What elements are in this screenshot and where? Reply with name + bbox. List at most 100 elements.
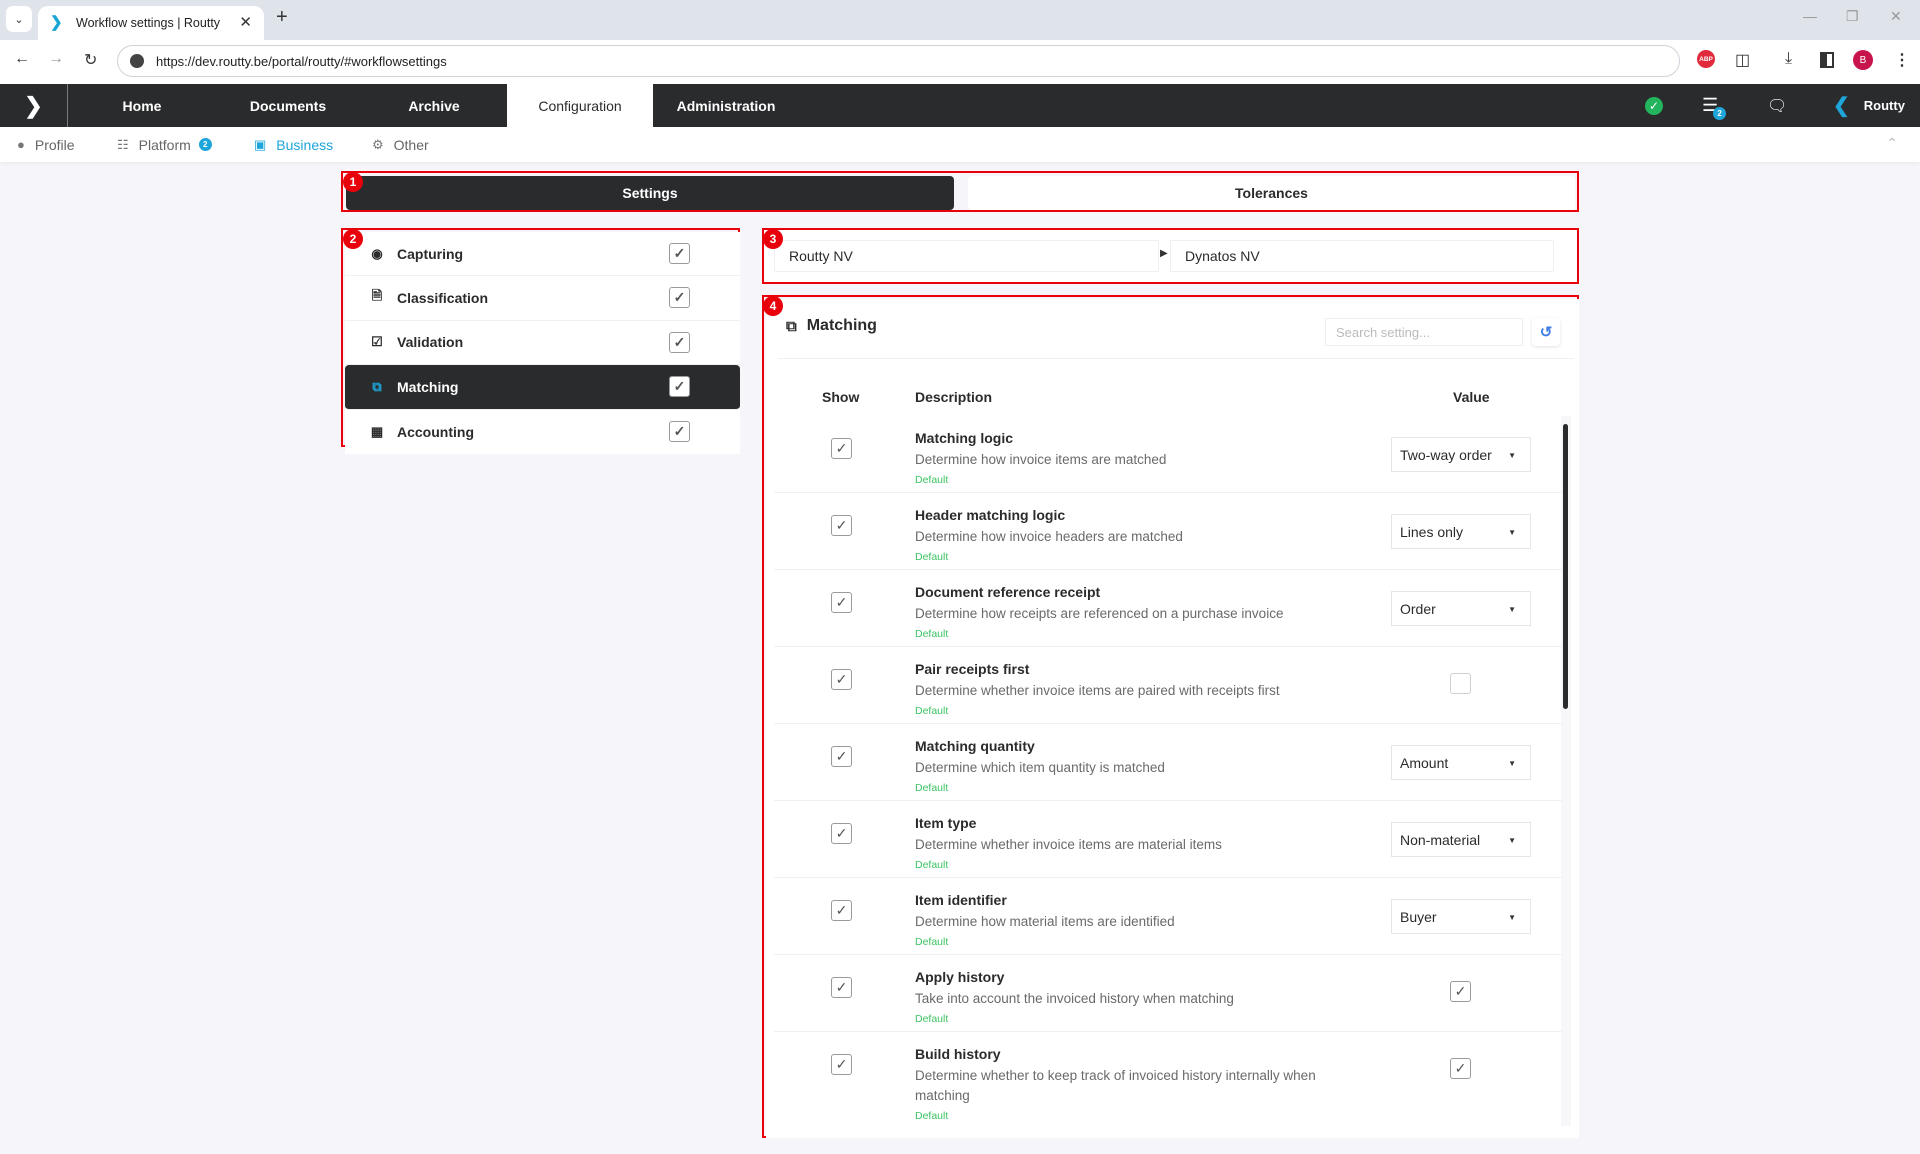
subnav-business[interactable]: ▣ Business	[254, 127, 333, 162]
setting-value-checkbox[interactable]: ✓	[1450, 1058, 1471, 1079]
nav-configuration[interactable]: Configuration	[507, 84, 653, 127]
search-setting-input[interactable]: Search setting...	[1325, 318, 1523, 346]
new-tab-button[interactable]: +	[276, 6, 288, 29]
show-checkbox[interactable]: ✓	[831, 1054, 852, 1075]
setting-value-select[interactable]: Buyer ▼	[1391, 899, 1531, 934]
download-icon[interactable]: ⤓	[1785, 50, 1792, 68]
column-header-show: Show	[822, 389, 860, 405]
setting-value-select[interactable]: Lines only ▼	[1391, 514, 1531, 549]
tab-settings[interactable]: Settings	[346, 176, 954, 210]
setting-value-checkbox[interactable]: ✓	[1450, 981, 1471, 1002]
select-value: Buyer	[1400, 908, 1437, 925]
section-capturing[interactable]: ◉ Capturing ✓	[345, 232, 740, 277]
breadcrumb-from[interactable]: Routty NV	[774, 240, 1159, 272]
sub-navigation: ● Profile ☷ Platform 2 ▣ Business ⚙ Other ⌃	[0, 127, 1920, 162]
reload-icon[interactable]: ↻	[84, 50, 97, 70]
subnav-profile[interactable]: ● Profile	[17, 127, 75, 162]
annotation-box-1: Settings Tolerances	[341, 171, 1579, 212]
site-info-icon[interactable]	[130, 54, 144, 68]
setting-source: Default	[915, 551, 949, 563]
section-enabled-checkbox[interactable]: ✓	[669, 331, 690, 353]
close-tab-icon[interactable]: ✕	[239, 13, 252, 31]
section-classification[interactable]: 🗎 Classification ✓	[345, 276, 740, 321]
section-enabled-checkbox[interactable]: ✓	[669, 420, 690, 442]
setting-value-select[interactable]: Amount ▼	[1391, 745, 1531, 780]
chat-button[interactable]: 🗨	[1767, 84, 1787, 127]
section-validation[interactable]: ☑ Validation ✓	[345, 321, 740, 366]
profile-initial: B	[1859, 54, 1867, 66]
nav-home[interactable]: Home	[69, 84, 215, 127]
show-checkbox[interactable]: ✓	[831, 746, 852, 767]
setting-name: Pair receipts first	[915, 661, 1030, 677]
nav-archive-label: Archive	[408, 97, 460, 114]
annotation-marker-1: 1	[343, 172, 363, 192]
section-label: Accounting	[397, 423, 474, 440]
close-window-button[interactable]: ✕	[1890, 8, 1902, 25]
setting-value-select[interactable]: Non-material ▼	[1391, 822, 1531, 857]
side-panel-icon[interactable]	[1820, 52, 1834, 68]
breadcrumb-to[interactable]: Dynatos NV	[1170, 240, 1554, 272]
url-bar[interactable]: https://dev.routty.be/portal/routty/#wor…	[117, 45, 1680, 77]
extensions-puzzle-icon[interactable]: ◫	[1735, 50, 1750, 70]
tab-tolerances[interactable]: Tolerances	[968, 176, 1575, 210]
tab-tolerances-label: Tolerances	[1235, 185, 1308, 201]
nav-documents[interactable]: Documents	[215, 84, 361, 127]
tasks-button[interactable]: ☰ 2	[1702, 84, 1727, 127]
section-enabled-checkbox[interactable]: ✓	[669, 243, 690, 264]
tasks-badge: 2	[1713, 107, 1727, 120]
account-menu[interactable]: ❮ Routty	[1833, 84, 1905, 127]
section-matching[interactable]: ⧉ Matching ✓	[345, 365, 740, 410]
breadcrumb-to-label: Dynatos NV	[1185, 248, 1260, 264]
check-circle-icon: ✓	[1645, 96, 1663, 115]
scrollbar-thumb[interactable]	[1563, 424, 1568, 709]
reset-button[interactable]: ↺	[1532, 318, 1560, 346]
setting-value-checkbox[interactable]	[1450, 673, 1471, 694]
setting-row: ✓ Document reference receipt Determine h…	[774, 570, 1562, 647]
status-ok-button[interactable]: ✓	[1645, 84, 1663, 127]
browser-tab-active[interactable]: ❯ Workflow settings | Routty ✕	[38, 6, 264, 40]
show-checkbox[interactable]: ✓	[831, 438, 852, 459]
show-checkbox[interactable]: ✓	[831, 592, 852, 613]
minimize-window-button[interactable]: —	[1803, 8, 1817, 24]
nav-administration-label: Administration	[676, 97, 776, 114]
routty-favicon-icon: ❯	[50, 14, 63, 31]
nav-archive[interactable]: Archive	[361, 84, 507, 127]
collapse-chevron-up-icon[interactable]: ⌃	[1886, 135, 1898, 152]
setting-source: Default	[915, 1013, 949, 1025]
column-header-description: Description	[915, 389, 993, 405]
adblock-extension-icon[interactable]: ABP	[1697, 50, 1715, 68]
annotation-box-2: ◉ Capturing ✓ 🗎 Classification ✓ ☑ Valid…	[341, 228, 740, 454]
section-accounting[interactable]: ▦ Accounting ✓	[345, 410, 740, 454]
nav-administration[interactable]: Administration	[653, 84, 799, 127]
show-checkbox[interactable]: ✓	[831, 823, 852, 844]
setting-source: Default	[915, 628, 949, 640]
select-value: Two-way order	[1400, 446, 1492, 463]
show-checkbox[interactable]: ✓	[831, 669, 852, 690]
browser-menu-icon[interactable]: ⋮	[1894, 50, 1910, 70]
routty-logo-icon[interactable]: ❯	[0, 84, 68, 127]
nav-configuration-label: Configuration	[538, 97, 622, 114]
forward-icon[interactable]: →	[48, 50, 64, 68]
url-text: https://dev.routty.be/portal/routty/#wor…	[156, 53, 447, 69]
section-enabled-checkbox[interactable]: ✓	[669, 376, 690, 398]
setting-description: Determine how invoice items are matched	[915, 452, 1167, 467]
subnav-platform[interactable]: ☷ Platform 2	[117, 127, 212, 162]
annotation-box-4: ⧉ Matching Search setting... ↺ Show Desc…	[762, 295, 1579, 1138]
setting-value-select[interactable]: Order ▼	[1391, 591, 1531, 626]
profile-avatar[interactable]: B	[1853, 50, 1873, 70]
setting-value-select[interactable]: Two-way order ▼	[1391, 437, 1531, 472]
browser-tabstrip: ⌄ ❯ Workflow settings | Routty ✕ + — ❐ ✕	[0, 0, 1920, 40]
show-checkbox[interactable]: ✓	[831, 900, 852, 921]
show-checkbox[interactable]: ✓	[831, 977, 852, 998]
back-icon[interactable]: ←	[14, 50, 30, 68]
setting-name: Item type	[915, 815, 977, 831]
file-icon: 🗎	[371, 288, 383, 304]
browser-toolbar: ← → ↻ https://dev.routty.be/portal/routt…	[0, 40, 1920, 84]
section-enabled-checkbox[interactable]: ✓	[669, 287, 690, 309]
subnav-profile-label: Profile	[34, 136, 75, 153]
restore-window-button[interactable]: ❐	[1846, 8, 1859, 25]
subnav-other[interactable]: ⚙ Other	[372, 127, 429, 162]
tab-list-button[interactable]: ⌄	[6, 6, 32, 32]
show-checkbox[interactable]: ✓	[831, 515, 852, 536]
setting-name: Apply history	[915, 969, 1005, 985]
